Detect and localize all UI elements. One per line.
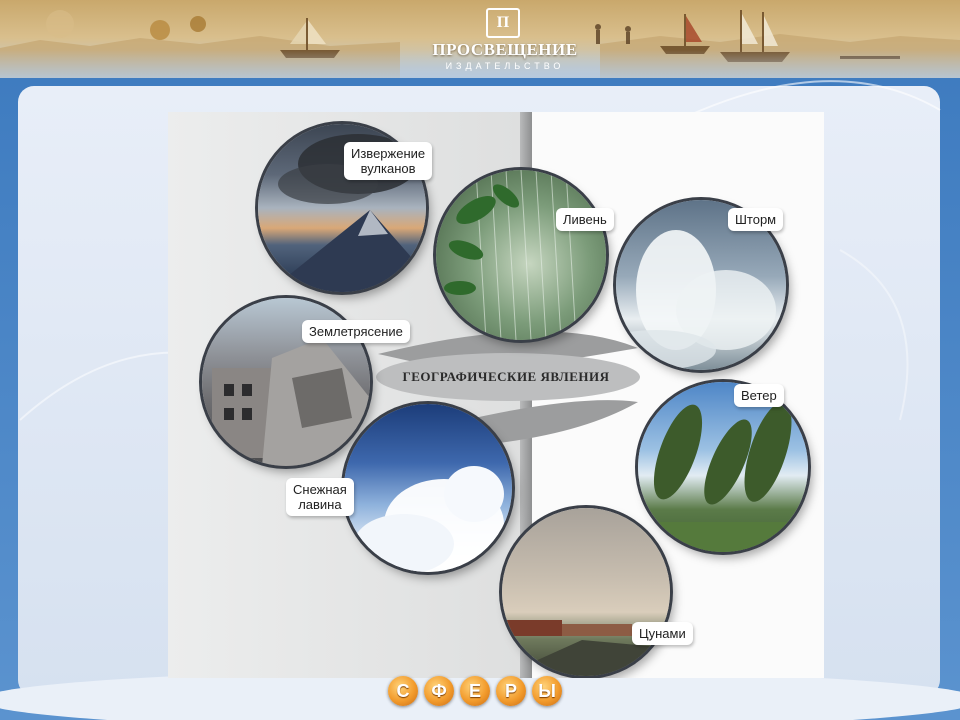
bent-trees-icon bbox=[638, 402, 808, 552]
label-volcano-line1: Извержение bbox=[351, 146, 426, 161]
label-wind: Ветер bbox=[734, 384, 784, 407]
downpour-photo bbox=[436, 170, 606, 340]
label-avalanche-line2: лавина bbox=[298, 497, 342, 512]
label-volcano: Извержение вулканов bbox=[344, 142, 433, 180]
nav-button-s[interactable]: С bbox=[388, 676, 418, 706]
nav-button-r[interactable]: Р bbox=[496, 676, 526, 706]
label-volcano-line2: вулканов bbox=[360, 161, 416, 176]
label-earthquake: Землетрясение bbox=[302, 320, 410, 343]
diagram-title: ГЕОГРАФИЧЕСКИЕ ЯВЛЕНИЯ bbox=[402, 369, 610, 384]
publisher-subtitle: ИЗДАТЕЛЬСТВО bbox=[445, 61, 565, 71]
label-avalanche-line1: Снежная bbox=[293, 482, 347, 497]
publisher-name: ПРОСВЕЩЕНИЕ bbox=[432, 40, 578, 59]
bottom-nav: С Ф Е Р Ы bbox=[388, 676, 562, 712]
phenomena-diagram: Извержение вулканов Ливень Шторм Землетр… bbox=[168, 112, 824, 678]
label-downpour: Ливень bbox=[556, 208, 614, 231]
publisher-logo-icon: П bbox=[486, 8, 520, 38]
rain-icon bbox=[444, 170, 577, 340]
avalanche-photo bbox=[344, 404, 512, 572]
tsunami-photo bbox=[502, 508, 670, 676]
house-icon bbox=[502, 620, 670, 676]
label-storm: Шторм bbox=[728, 208, 784, 231]
header-banner: П ПРОСВЕЩЕНИЕ ИЗДАТЕЛЬСТВО bbox=[0, 0, 960, 84]
nav-button-y[interactable]: Ы bbox=[532, 676, 562, 706]
label-avalanche: Снежная лавина bbox=[286, 478, 354, 516]
snow-cloud-icon bbox=[354, 466, 504, 572]
label-tsunami: Цунами bbox=[632, 622, 693, 645]
nav-button-f[interactable]: Ф bbox=[424, 676, 454, 706]
nav-button-e[interactable]: Е bbox=[460, 676, 490, 706]
wind-photo bbox=[638, 382, 808, 552]
